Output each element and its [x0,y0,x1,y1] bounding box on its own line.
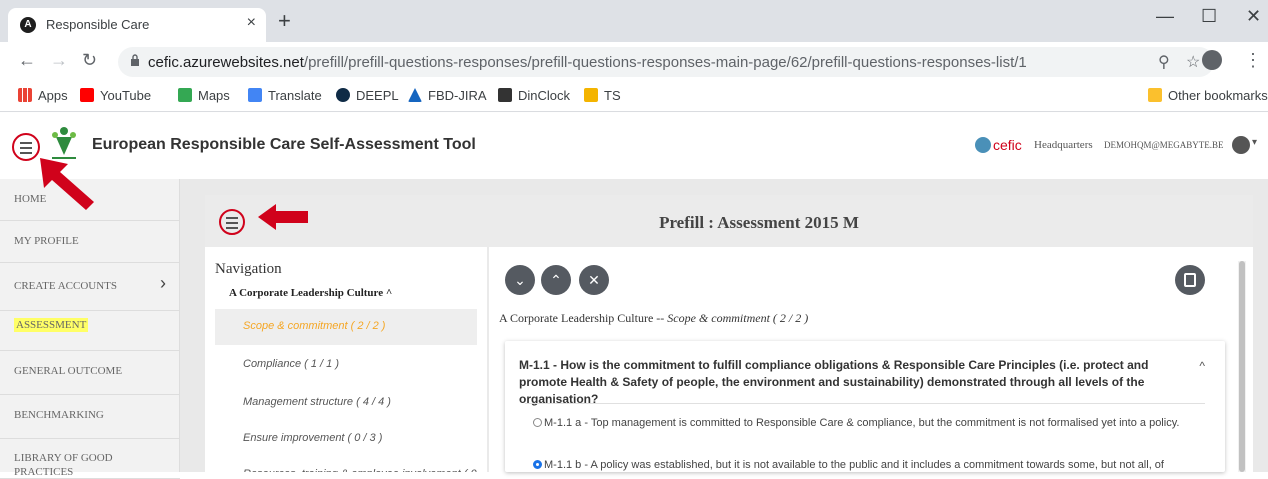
answer-option-b[interactable]: M-1.1 b - A policy was established, but … [533,457,1183,472]
main-area: Prefill : Assessment 2015 M Navigation A… [180,179,1268,472]
organisation-label: Headquarters [1034,139,1093,151]
panel-header: Prefill : Assessment 2015 M [205,195,1253,247]
user-email: DEMOHQM@MEGABYTE.BE [1104,140,1224,150]
side-menu-benchmarking[interactable]: BENCHMARKING [0,395,180,439]
question-title: M-1.1 - How is the commitment to fulfill… [519,358,1149,406]
bookmark-dinclock[interactable]: DinClock [498,88,570,103]
more-menu-icon[interactable]: ⋮ [1244,50,1262,71]
nav-item-management-structure[interactable]: Management structure ( 4 / 4 ) [215,385,477,421]
chevron-right-icon: › [160,273,166,293]
angular-favicon-icon: A [20,17,36,33]
question-card: M-1.1 - How is the commitment to fulfill… [505,341,1225,472]
bookmark-deepl[interactable]: DEEPL [336,88,399,103]
side-menu-library-of-good-practices[interactable]: LIBRARY OF GOOD PRACTICES [0,439,180,479]
reload-icon[interactable]: ↻ [82,50,97,71]
close-button[interactable]: ✕ [579,265,609,295]
cefic-flower-icon [975,137,991,153]
annotation-arrow-icon [40,158,94,210]
forward-icon[interactable]: → [50,50,68,71]
nav-item-compliance[interactable]: Compliance ( 1 / 1 ) [215,347,477,383]
answer-option-a[interactable]: M-1.1 a - Top management is committed to… [533,415,1183,432]
question-breadcrumb: A Corporate Leadership Culture -- Scope … [499,311,809,325]
panel-title: Prefill : Assessment 2015 M [659,213,859,232]
bookmark-ts[interactable]: TS [584,88,621,103]
lock-icon [131,54,139,66]
address-bar: ← → ↻ cefic.azurewebsites.net/prefill/pr… [0,42,1268,80]
minimize-icon[interactable]: — [1156,6,1174,27]
other-bookmarks[interactable]: Other bookmarks [1148,88,1268,103]
cefic-logo: cefic [975,137,1022,153]
menu-bar [20,147,32,149]
maps-icon [178,88,192,102]
caret-down-icon[interactable]: ▾ [1252,137,1257,148]
save-button[interactable] [1175,265,1205,295]
ts-icon [584,88,598,102]
question-content: ⌄ ⌃ ✕ A Corporate Leadership Culture -- … [491,247,1243,472]
side-menu: HOME MY PROFILE CREATE ACCOUNTS › ASSESSM… [0,179,180,479]
bookmark-apps[interactable]: Apps [18,88,68,103]
bookmarks-bar: Apps YouTube Maps Translate DEEPL FBD-JI… [0,80,1268,112]
menu-bar [226,222,238,224]
translate-icon [248,88,262,102]
chevron-up-icon[interactable]: ^ [1199,359,1205,373]
side-menu-general-outcome[interactable]: GENERAL OUTCOME [0,351,180,395]
scrollbar-thumb[interactable] [1239,261,1245,472]
radio-button-b[interactable] [533,460,542,469]
bookmark-maps[interactable]: Maps [178,88,230,103]
bookmark-translate[interactable]: Translate [248,88,322,103]
menu-bar [226,217,238,219]
user-account-icon[interactable] [1232,136,1250,154]
maximize-icon[interactable]: ☐ [1201,6,1217,27]
close-tab-icon[interactable]: × [247,14,256,32]
chevron-up-icon: ^ [385,287,393,299]
menu-bar [20,152,32,154]
navigation-column: Navigation A Corporate Leadership Cultur… [205,247,485,472]
annotation-arrow-icon [258,204,308,230]
column-divider [487,247,489,472]
new-tab-button[interactable]: + [278,10,291,32]
app-title: European Responsible Care Self-Assessmen… [92,136,476,153]
deepl-icon [336,88,350,102]
nav-item-resources-training[interactable]: Resources, training & employee involveme… [215,457,477,472]
apps-grid-icon [18,88,32,102]
collapse-all-button[interactable]: ⌃ [541,265,571,295]
jira-icon [408,88,422,102]
side-menu-assessment[interactable]: ASSESSMENT [0,311,180,351]
url-input[interactable]: cefic.azurewebsites.net/prefill/prefill-… [118,47,1214,77]
navigation-heading: Navigation [215,261,282,277]
youtube-icon [80,88,94,102]
close-window-icon[interactable]: ✕ [1246,6,1261,27]
folder-icon [1148,88,1162,102]
zoom-icon[interactable]: ⚲ [1158,52,1170,72]
prefill-panel: Prefill : Assessment 2015 M Navigation A… [205,195,1253,472]
card-divider [525,403,1205,404]
scrollbar[interactable] [1238,261,1246,472]
floppy-disk-icon [1184,273,1196,287]
side-menu-create-accounts[interactable]: CREATE ACCOUNTS › [0,263,180,311]
bookmark-fbd-jira[interactable]: FBD-JIRA [408,88,487,103]
nav-item-ensure-improvement[interactable]: Ensure improvement ( 0 / 3 ) [215,421,477,457]
app-header: European Responsible Care Self-Assessmen… [0,113,1268,179]
dinclock-icon [498,88,512,102]
browser-tab-bar: A Responsible Care × + — ☐ ✕ [0,0,1268,42]
tab-title: Responsible Care [46,17,150,32]
navigation-toggle-button[interactable] [219,209,245,235]
url-text: cefic.azurewebsites.net/prefill/prefill-… [148,54,1027,71]
menu-bar [20,142,32,144]
side-menu-my-profile[interactable]: MY PROFILE [0,221,180,263]
bookmark-youtube[interactable]: YouTube [80,88,151,103]
nav-section-corporate-leadership[interactable]: A Corporate Leadership Culture ^ [229,287,392,299]
expand-all-button[interactable]: ⌄ [505,265,535,295]
main-menu-toggle-button[interactable] [12,133,40,161]
back-icon[interactable]: ← [18,50,36,71]
menu-bar [226,227,238,229]
nav-item-scope-commitment[interactable]: Scope & commitment ( 2 / 2 ) [215,309,477,345]
radio-button-a[interactable] [533,418,542,427]
browser-tab[interactable]: A Responsible Care × [8,8,266,42]
profile-icon[interactable] [1202,50,1222,70]
star-icon[interactable]: ☆ [1186,52,1200,72]
